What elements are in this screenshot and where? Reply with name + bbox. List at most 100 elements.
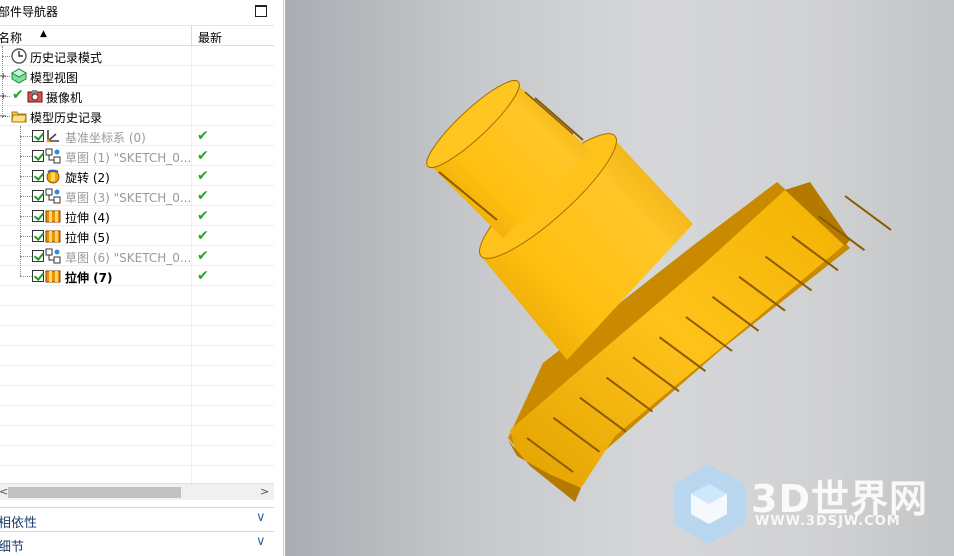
chevron-down-icon[interactable]: ∨	[256, 534, 266, 549]
tree-row-label: 拉伸 (4)	[65, 211, 110, 225]
section-dependencies[interactable]: 相依性 ∨	[0, 507, 274, 531]
tree-row[interactable]: 旋转 (2) ✔	[0, 166, 274, 186]
tree-row[interactable]: 拉伸 (4) ✔	[0, 206, 274, 226]
latest-status-icon: ✔	[197, 268, 209, 284]
clock-icon	[11, 48, 27, 64]
column-divider	[191, 86, 192, 106]
revolve-icon	[45, 168, 61, 184]
navigator-title: 部件导航器	[0, 5, 59, 19]
cube-logo-icon	[673, 464, 745, 544]
column-header-name[interactable]: 名称	[0, 29, 22, 46]
maximize-icon[interactable]	[255, 5, 267, 17]
tree-row[interactable]: 草图 (3) "SKETCH_0... ✔	[0, 186, 274, 206]
tree-row[interactable]: − 模型历史记录	[0, 106, 274, 126]
empty-row	[0, 286, 274, 306]
tree-row[interactable]: 历史记录模式	[0, 46, 274, 66]
latest-status-icon: ✔	[197, 128, 209, 144]
column-divider	[191, 406, 192, 426]
part-navigator-panel: 部件导航器 名称 ▲ 最新 历史记录模式 + 模型视图 + ✔ 摄像机 − 模型历史记录 基准坐…	[0, 0, 284, 556]
tree-row-label: 拉伸 (7)	[65, 271, 113, 285]
tree-connector	[20, 256, 32, 257]
tree-row-label: 摄像机	[46, 91, 83, 105]
tree-row-label: 草图 (6) "SKETCH_0...	[65, 251, 192, 265]
visible-check-icon[interactable]: ✔	[12, 87, 24, 103]
column-divider	[191, 126, 192, 146]
visibility-checkbox[interactable]	[32, 170, 44, 182]
section-details-label: 细节	[0, 540, 25, 555]
empty-row	[0, 306, 274, 326]
visibility-checkbox[interactable]	[32, 270, 44, 282]
latest-status-icon: ✔	[197, 248, 209, 264]
extrude-icon	[45, 228, 61, 244]
column-divider[interactable]	[191, 26, 192, 47]
folder-icon	[11, 108, 27, 124]
column-divider	[191, 226, 192, 246]
section-dependencies-label: 相依性	[0, 516, 38, 531]
latest-status-icon: ✔	[197, 208, 209, 224]
column-divider	[191, 66, 192, 86]
column-divider	[191, 286, 192, 306]
tree-row[interactable]: + 模型视图	[0, 66, 274, 86]
column-divider	[191, 266, 192, 286]
empty-row	[0, 326, 274, 346]
tree-connector	[20, 236, 32, 237]
tree-connector	[2, 46, 3, 118]
latest-status-icon: ✔	[197, 148, 209, 164]
tree-connector	[2, 56, 10, 57]
visibility-checkbox[interactable]	[32, 190, 44, 202]
scroll-left-icon[interactable]: <	[0, 485, 8, 498]
column-divider	[191, 46, 192, 66]
chevron-down-icon[interactable]: ∨	[256, 510, 266, 525]
visibility-checkbox[interactable]	[32, 130, 44, 142]
tree-row-label: 草图 (1) "SKETCH_0...	[65, 151, 192, 165]
empty-row	[0, 346, 274, 366]
column-divider	[191, 366, 192, 386]
tree-row-label: 模型历史记录	[30, 111, 103, 125]
navigator-title-bar: 部件导航器	[0, 0, 274, 22]
tree-row-label: 旋转 (2)	[65, 171, 110, 185]
empty-row	[0, 446, 274, 466]
empty-row	[0, 466, 274, 483]
visibility-checkbox[interactable]	[32, 210, 44, 222]
section-details[interactable]: 细节 ∨	[0, 531, 274, 555]
tree-row-label: 拉伸 (5)	[65, 231, 110, 245]
visibility-checkbox[interactable]	[32, 230, 44, 242]
tree-row[interactable]: 草图 (1) "SKETCH_0... ✔	[0, 146, 274, 166]
graphics-viewport[interactable]: 3D世界网 WWW.3DSJW.COM	[285, 0, 954, 556]
visibility-checkbox[interactable]	[32, 250, 44, 262]
empty-row	[0, 406, 274, 426]
watermark: 3D世界网 WWW.3DSJW.COM	[669, 462, 949, 548]
sketch-icon	[45, 248, 61, 264]
column-divider	[191, 106, 192, 126]
tree-row-label: 历史记录模式	[30, 51, 103, 65]
column-divider	[191, 306, 192, 326]
latest-status-icon: ✔	[197, 228, 209, 244]
extrude-icon	[45, 208, 61, 224]
tree-connector	[20, 196, 32, 197]
sketch-icon	[45, 148, 61, 164]
column-header-latest[interactable]: 最新	[198, 29, 222, 46]
latest-status-icon: ✔	[197, 188, 209, 204]
latest-status-icon: ✔	[197, 168, 209, 184]
visibility-checkbox[interactable]	[32, 150, 44, 162]
column-divider	[191, 166, 192, 186]
gear-tooth-line	[844, 195, 892, 231]
watermark-url: WWW.3DSJW.COM	[755, 514, 901, 529]
column-divider	[191, 386, 192, 406]
tree-connector	[20, 136, 32, 137]
tree-row[interactable]: + ✔ 摄像机	[0, 86, 274, 106]
tree-row-label: 基准坐标系 (0)	[65, 131, 146, 145]
tree-row[interactable]: 拉伸 (5) ✔	[0, 226, 274, 246]
tree-row[interactable]: 基准坐标系 (0) ✔	[0, 126, 274, 146]
horizontal-scrollbar[interactable]: < >	[0, 483, 274, 500]
tree-connector	[20, 156, 32, 157]
tree-row[interactable]: 草图 (6) "SKETCH_0... ✔	[0, 246, 274, 266]
sort-ascending-icon[interactable]: ▲	[40, 29, 47, 39]
scroll-right-icon[interactable]: >	[260, 485, 269, 498]
model-views-icon	[10, 68, 28, 84]
scroll-thumb[interactable]	[8, 487, 181, 498]
tree-row[interactable]: 拉伸 (7) ✔	[0, 266, 274, 286]
tree-row-label: 模型视图	[30, 71, 79, 85]
tree-connector	[20, 276, 32, 277]
column-divider	[191, 446, 192, 466]
